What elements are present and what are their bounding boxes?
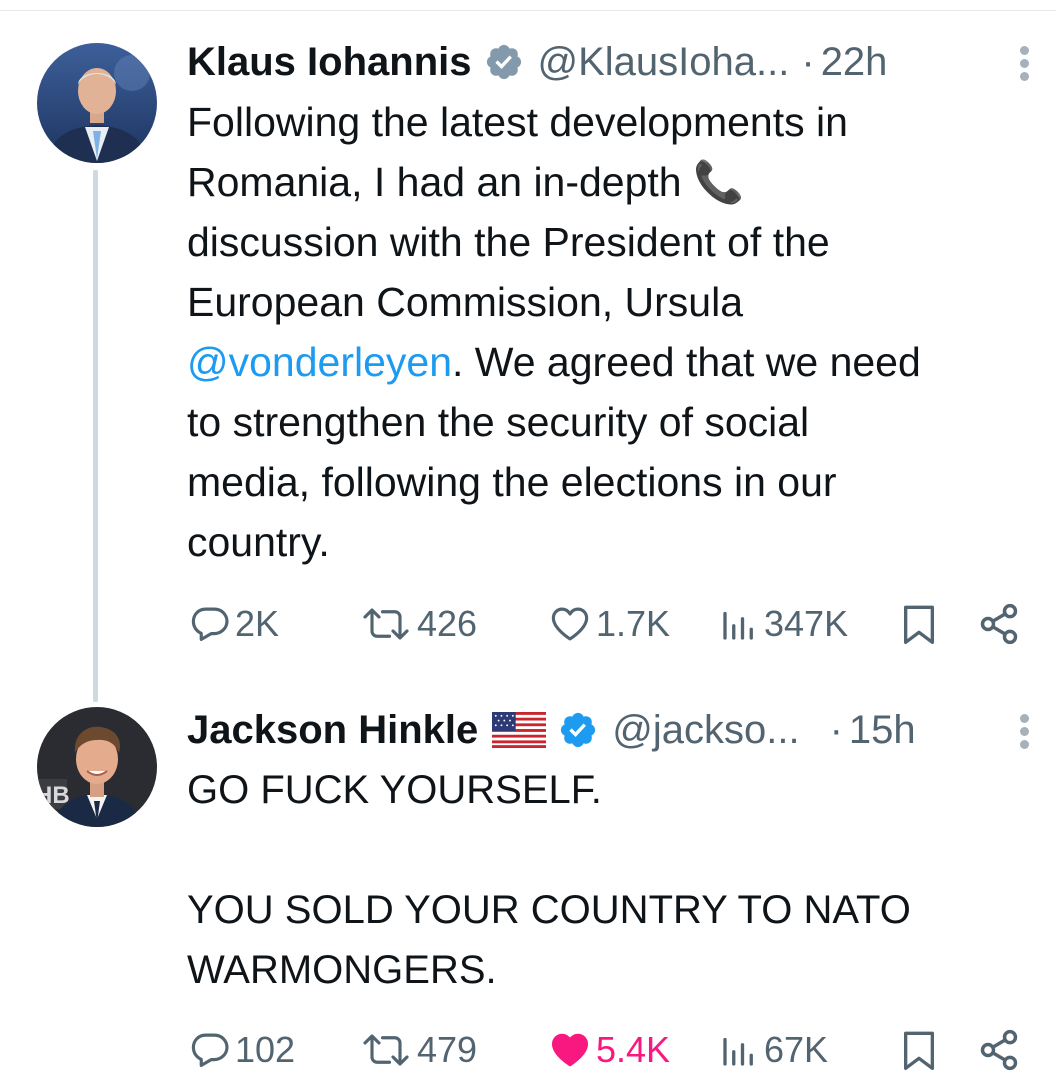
bar-chart-icon <box>723 1037 753 1066</box>
share-button[interactable] <box>977 1020 1021 1080</box>
view-count: 347K <box>764 603 849 644</box>
top-divider <box>0 0 1056 11</box>
repost-arrows-icon <box>363 1034 409 1066</box>
like-button[interactable]: 5.4K <box>548 1020 670 1080</box>
heart-icon <box>551 1033 589 1067</box>
more-vertical-icon[interactable] <box>1020 714 1030 753</box>
author-handle[interactable]: @jackso... <box>612 708 799 753</box>
repost-button[interactable]: 426 <box>359 594 477 654</box>
tweet-actions: 102 479 5.4K 67K <box>187 1020 1027 1080</box>
author-name[interactable]: Klaus Iohannis <box>187 40 472 85</box>
thread-connector-line <box>93 170 98 702</box>
mention-link[interactable]: @vonderleyen <box>187 339 452 385</box>
bookmark-button[interactable] <box>899 594 939 654</box>
bookmark-icon <box>904 605 934 644</box>
like-count: 5.4K <box>596 1029 671 1070</box>
bar-chart-icon <box>723 611 753 640</box>
bookmark-icon <box>904 1031 934 1070</box>
reply-bubble-icon <box>191 607 229 641</box>
view-count: 67K <box>764 1029 829 1070</box>
tweet-text-part: Following the latest developments in Rom… <box>187 99 848 325</box>
tweet-text: Following the latest developments in Rom… <box>187 92 1027 572</box>
more-vertical-icon[interactable] <box>1020 46 1030 85</box>
like-button[interactable]: 1.7K <box>548 594 670 654</box>
verified-badge-icon <box>558 710 598 750</box>
repost-button[interactable]: 479 <box>359 1020 477 1080</box>
separator-dot: · <box>801 39 815 84</box>
repost-count: 479 <box>417 1029 478 1070</box>
views-button[interactable]: 347K <box>718 594 848 654</box>
avatar-klaus-iohannis[interactable] <box>37 43 157 163</box>
tweet-header: Klaus Iohannis @KlausIoha... · 22h <box>187 32 887 92</box>
share-icon <box>980 1029 1018 1071</box>
reply-bubble-icon <box>191 1033 229 1067</box>
timestamp[interactable]: 15h <box>849 708 916 753</box>
reply-count: 102 <box>235 1029 296 1070</box>
reply-button[interactable]: 102 <box>189 1020 295 1080</box>
share-button[interactable] <box>977 594 1021 654</box>
reply-count: 2K <box>235 603 280 644</box>
author-handle[interactable]: @KlausIoha... <box>538 40 790 85</box>
share-icon <box>980 603 1018 645</box>
reply-button[interactable]: 2K <box>189 594 279 654</box>
views-button[interactable]: 67K <box>718 1020 828 1080</box>
repost-count: 426 <box>417 603 478 644</box>
separator-dot: · <box>829 707 843 752</box>
like-count: 1.7K <box>596 603 671 644</box>
us-flag-icon <box>492 712 547 748</box>
timestamp[interactable]: 22h <box>821 40 888 85</box>
tweet-text: GO FUCK YOURSELF. YOU SOLD YOUR COUNTRY … <box>187 768 911 992</box>
heart-icon <box>551 607 589 641</box>
tweet-header: Jackson Hinkle @jackso... · 15h <box>187 700 916 760</box>
tweet-actions: 2K 426 1.7K 347K <box>187 594 1027 654</box>
repost-arrows-icon <box>363 608 409 640</box>
bookmark-button[interactable] <box>899 1020 939 1080</box>
author-name[interactable]: Jackson Hinkle <box>187 708 478 753</box>
avatar-jackson-hinkle[interactable]: HB <box>37 707 157 827</box>
verified-badge-icon <box>484 42 524 82</box>
